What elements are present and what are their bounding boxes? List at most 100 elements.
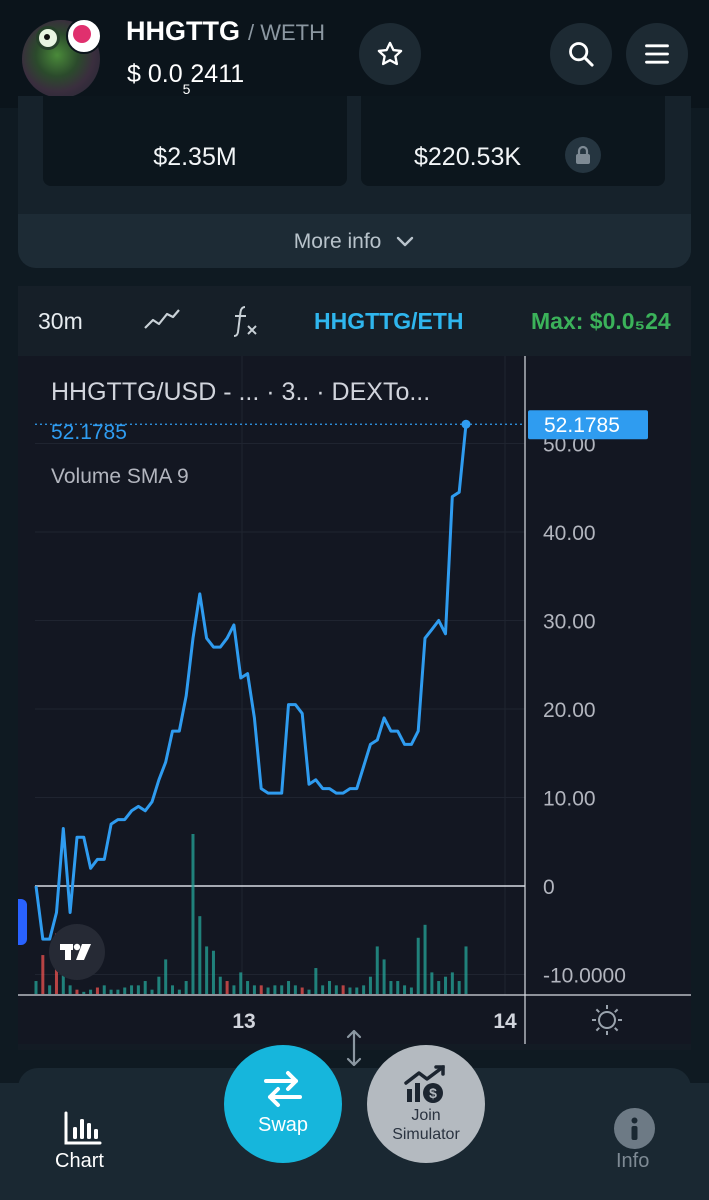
join-simulator-button[interactable]: $ — [367, 1045, 485, 1163]
liquidity-box — [361, 96, 665, 186]
swap-button[interactable] — [224, 1045, 342, 1163]
volume-bar — [89, 989, 93, 994]
volume-bar — [246, 981, 250, 994]
last-price-dot — [461, 419, 471, 429]
x-tick-label: 13 — [232, 1010, 255, 1033]
resize-handle-icon[interactable] — [344, 1028, 364, 1068]
market-cap-box — [43, 96, 347, 186]
volume-bar — [34, 981, 38, 994]
volume-bar — [68, 985, 72, 994]
indicators-button[interactable] — [231, 304, 263, 343]
search-button[interactable] — [550, 23, 612, 85]
volume-bar — [293, 985, 297, 994]
volume-bar — [211, 950, 215, 994]
favorite-button[interactable] — [359, 23, 421, 85]
volume-bar — [464, 946, 468, 994]
volume-bar — [184, 981, 188, 994]
volume-bar — [314, 968, 318, 994]
volume-bar — [300, 987, 304, 994]
token-price: $ 0.052411 — [127, 60, 245, 97]
volume-bar — [375, 946, 379, 994]
liquidity-lock-button[interactable] — [565, 137, 601, 173]
unicorn-badge-icon — [73, 25, 91, 43]
volume-bar — [348, 987, 352, 994]
join-simulator-label[interactable]: Join Simulator — [367, 1106, 485, 1144]
price-chart-svg: 50.0040.0030.0020.0010.000-10.000013 1452… — [18, 356, 691, 1044]
volume-bar — [321, 985, 325, 994]
chart-nav-icon[interactable] — [63, 1110, 103, 1146]
bottom-navigation — [0, 1083, 709, 1200]
volume-bar — [382, 959, 386, 994]
search-icon — [569, 42, 594, 67]
volume-bar — [287, 981, 291, 994]
price-zero-count: 5 — [182, 81, 191, 97]
settings-icon-ray — [614, 1027, 619, 1032]
volume-bar — [266, 987, 270, 994]
lock-icon — [576, 145, 590, 164]
settings-icon — [598, 1011, 616, 1029]
liquidity-value: $220.53K — [414, 143, 522, 171]
volume-bar — [389, 981, 393, 994]
max-price-text: Max: $0.0₅24 — [531, 308, 671, 334]
volume-bar — [95, 987, 99, 994]
volume-bar — [409, 987, 413, 994]
chart-legend-value: 52.1785 — [51, 421, 127, 444]
y-tick-label: 20.00 — [543, 699, 596, 722]
menu-button[interactable] — [626, 23, 688, 85]
volume-bar — [75, 989, 79, 994]
volume-bar — [41, 955, 45, 994]
volume-bar — [273, 985, 277, 994]
volume-bar — [136, 985, 140, 994]
chart-side-tab[interactable] — [18, 899, 27, 945]
price-line — [34, 424, 468, 941]
price-tag-label: 52.1785 — [544, 414, 620, 437]
price-digits: 2411 — [190, 60, 245, 88]
pair-link[interactable]: HHGTTG/ETH — [314, 308, 464, 335]
tradingview-logo[interactable] — [49, 924, 105, 980]
y-tick-label: -10.0000 — [543, 965, 626, 988]
volume-bar — [157, 976, 161, 994]
volume-bar — [48, 985, 52, 994]
info-nav-label[interactable]: Info — [616, 1150, 649, 1173]
volume-bar — [171, 985, 175, 994]
volume-bar — [259, 985, 263, 994]
volume-bar — [437, 981, 441, 994]
volume-bar — [218, 976, 222, 994]
x-tick-label: 14 — [493, 1010, 517, 1033]
timeframe-selector[interactable]: 30m — [38, 308, 83, 335]
settings-icon-ray — [595, 1008, 600, 1013]
volume-bar — [109, 989, 113, 994]
volume-bar — [82, 991, 86, 994]
swap-label[interactable]: Swap — [224, 1114, 342, 1137]
info-icon — [631, 1117, 638, 1140]
volume-bar — [416, 937, 420, 994]
chart-nav-label[interactable]: Chart — [55, 1150, 104, 1173]
settings-icon-ray — [614, 1008, 619, 1013]
volume-bar — [177, 989, 181, 994]
volume-bar — [450, 972, 454, 994]
swap-arrows-icon — [264, 1071, 302, 1107]
volume-bar — [252, 985, 256, 994]
volume-bar — [239, 972, 243, 994]
volume-bar — [341, 985, 345, 994]
market-cap-value: $2.35M — [153, 143, 237, 171]
tradingview-logo-icon — [60, 943, 91, 960]
info-nav-button[interactable] — [614, 1108, 655, 1149]
chart-legend-title: HHGTTG/USD - ... · 3.. · DEXTo... — [51, 378, 431, 406]
simulator-chart-icon: $ — [404, 1065, 445, 1103]
volume-bar — [444, 976, 448, 994]
svg-text:$: $ — [429, 1085, 437, 1101]
price-chart[interactable]: 50.00 40.00 30.00 20.00 10.00 0 -10.0000 13 14 52… — [18, 356, 691, 1044]
avatar-pupil — [44, 34, 50, 40]
star-icon — [377, 41, 403, 66]
chart-type-button[interactable] — [143, 304, 181, 339]
volume-bar — [130, 985, 134, 994]
pair-base-symbol: HHGTTG — [126, 16, 240, 46]
pair-quote-symbol: / WETH — [248, 20, 325, 45]
volume-bar — [355, 987, 359, 994]
more-info-toggle[interactable]: More info — [18, 214, 691, 268]
y-tick-label: 30.00 — [543, 611, 596, 634]
more-info-row: More info — [18, 230, 691, 254]
volume-bar — [225, 981, 229, 994]
volume-bar — [164, 959, 168, 994]
